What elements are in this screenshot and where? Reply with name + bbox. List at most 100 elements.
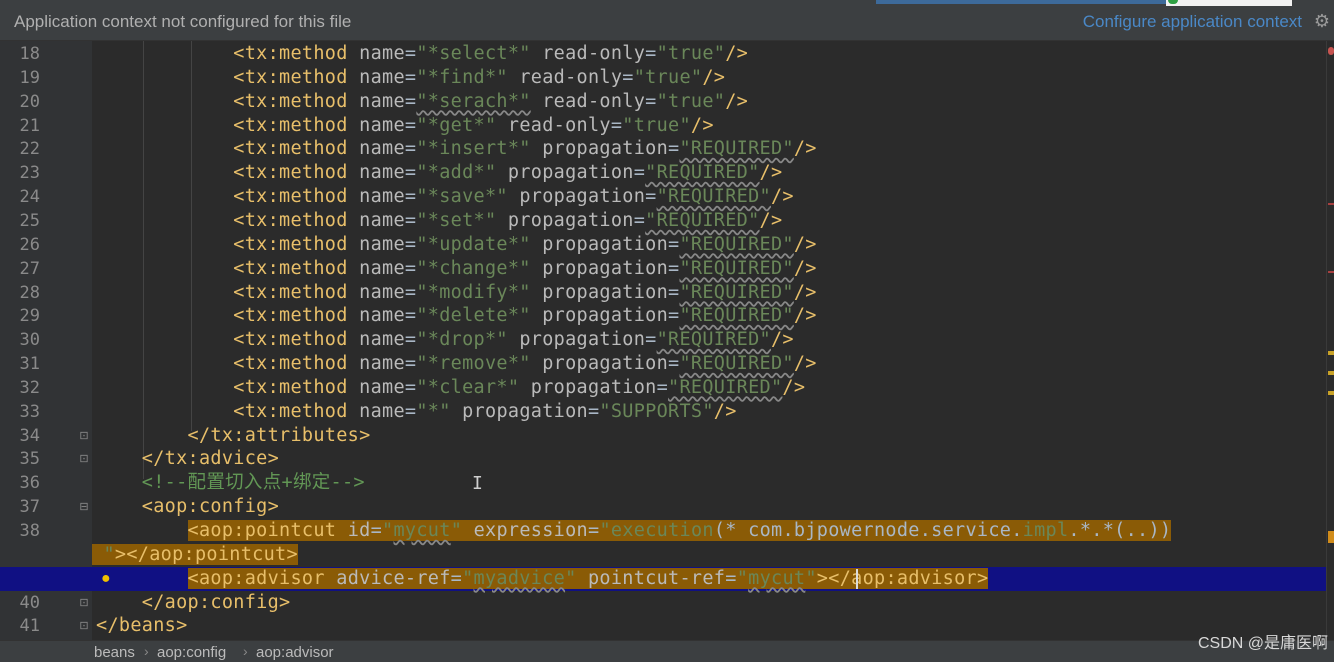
code-line[interactable]: </tx:attributes>: [96, 424, 371, 448]
code-line[interactable]: <tx:method name="*add*" propagation="REQ…: [96, 161, 782, 185]
code-line[interactable]: <tx:method name="*set*" propagation="REQ…: [96, 209, 782, 233]
code-line[interactable]: <tx:method name="*clear*" propagation="R…: [96, 376, 805, 400]
code-token: tx:method: [244, 281, 348, 303]
code-token: tx:method: [244, 233, 348, 255]
code-line[interactable]: <tx:method name="*insert*" propagation="…: [96, 137, 817, 161]
code-line[interactable]: <tx:method name="*drop*" propagation="RE…: [96, 328, 794, 352]
code-token: tx:method: [244, 329, 348, 351]
code-token: =: [656, 376, 669, 398]
code-token: propagation: [462, 400, 588, 422]
code-line[interactable]: </tx:advice>: [96, 447, 279, 471]
fold-marker-icon[interactable]: ⊡: [78, 429, 90, 443]
info-marker[interactable]: [1328, 351, 1334, 355]
code-token: propagation: [507, 162, 634, 184]
code-token: />: [770, 186, 794, 208]
code-token: =: [645, 43, 657, 64]
breadcrumb-beans[interactable]: beans: [94, 644, 135, 661]
fold-marker-icon[interactable]: ⊡: [78, 596, 90, 610]
code-line[interactable]: <tx:method name="*" propagation="SUPPORT…: [96, 400, 737, 424]
error-marker[interactable]: [1328, 47, 1334, 55]
code-token: />: [782, 376, 806, 398]
code-token: tx:method: [244, 376, 348, 398]
code-line[interactable]: <tx:method name="*modify*" propagation="…: [96, 281, 817, 305]
line-number: 23: [19, 163, 40, 184]
code-content: </tx:advice>: [142, 448, 279, 469]
code-token: tx:method: [244, 209, 348, 231]
lightbulb-icon[interactable]: ●: [101, 570, 115, 588]
code-line[interactable]: <tx:method name="*get*" read-only="true"…: [96, 114, 714, 138]
highlight-marker[interactable]: [1328, 531, 1334, 543]
code-token: =: [404, 281, 417, 303]
code-line[interactable]: <tx:method name="*update*" propagation="…: [96, 233, 817, 257]
code-token: />: [793, 138, 817, 160]
code-line[interactable]: <tx:method name="*remove*" propagation="…: [96, 352, 817, 376]
code-line[interactable]: <tx:method name="*find*" read-only="true…: [96, 66, 725, 90]
code-token: ": [565, 567, 577, 589]
code-line[interactable]: <tx:method name="*delete*" propagation="…: [96, 304, 817, 328]
code-token: >: [816, 567, 829, 589]
code-line[interactable]: <aop:advisor advice-ref="myadvice" point…: [96, 567, 989, 591]
code-token: =: [404, 353, 417, 375]
info-marker[interactable]: [1328, 391, 1334, 395]
code-line[interactable]: <tx:method name="*save*" propagation="RE…: [96, 185, 794, 209]
code-line[interactable]: <aop:pointcut id="mycut" expression="exe…: [96, 519, 1172, 543]
code-content: <aop:advisor advice-ref="myadvice" point…: [187, 567, 989, 589]
code-line[interactable]: "></aop:pointcut>: [92, 543, 298, 567]
code-token: =: [404, 162, 417, 184]
code-content: <aop:pointcut id="mycut" expression="exe…: [187, 520, 1172, 541]
code-line[interactable]: <!--配置切入点+绑定-->: [96, 471, 365, 495]
code-token: />: [793, 281, 817, 303]
warning-marker[interactable]: [1328, 271, 1334, 273]
fold-marker-icon[interactable]: ⊡: [78, 619, 90, 633]
info-marker[interactable]: [1328, 371, 1334, 375]
code-line[interactable]: <tx:method name="*change*" propagation="…: [96, 257, 817, 281]
code-token: "*change*": [416, 257, 531, 279]
code-token: =: [668, 353, 680, 375]
breadcrumb-aop-config[interactable]: aop:config: [157, 644, 226, 661]
code-token: />: [713, 400, 737, 422]
line-number: 27: [19, 258, 40, 279]
gear-icon[interactable]: ⚙: [1314, 12, 1330, 30]
breadcrumb-aop-advisor[interactable]: aop:advisor: [256, 644, 334, 661]
code-token: "REQUIRED": [679, 138, 794, 160]
fold-marker-icon[interactable]: ⊡: [78, 452, 90, 466]
code-token: "*insert*": [416, 138, 531, 160]
code-token: <: [233, 329, 245, 351]
code-token: name: [359, 329, 405, 351]
code-editor[interactable]: <tx:method name="*select*" read-only="tr…: [92, 41, 1326, 640]
code-line[interactable]: <aop:config>: [96, 495, 279, 519]
code-token: >: [267, 496, 280, 518]
code-token: />: [725, 43, 749, 64]
error-stripe[interactable]: [1326, 41, 1334, 640]
code-token: name: [359, 114, 405, 136]
code-content: <tx:method name="*set*" propagation="REQ…: [233, 210, 782, 231]
fold-marker-icon[interactable]: ⊟: [78, 500, 90, 514]
code-line[interactable]: </aop:config>: [96, 591, 291, 615]
overlay-clip: [1166, 0, 1292, 6]
line-number: 26: [19, 234, 40, 255]
code-line[interactable]: </beans>: [96, 614, 188, 638]
warning-marker[interactable]: [1328, 203, 1334, 205]
code-token: expression: [473, 520, 588, 541]
code-content: <tx:method name="*change*" propagation="…: [233, 258, 816, 279]
code-token: ></: [114, 543, 150, 565]
configure-context-link[interactable]: Configure application context: [1083, 12, 1302, 32]
code-content: <tx:method name="*remove*" propagation="…: [233, 353, 816, 374]
notification-bar: Application context not configured for t…: [0, 0, 1334, 41]
code-line[interactable]: <tx:method name="*select*" read-only="tr…: [96, 42, 748, 66]
code-line[interactable]: <tx:method name="*serach*" read-only="tr…: [96, 90, 748, 114]
line-number: 41: [19, 616, 40, 637]
code-token: =: [450, 567, 463, 589]
code-token: pointcut-ref: [587, 567, 726, 589]
code-token: </: [96, 615, 119, 637]
